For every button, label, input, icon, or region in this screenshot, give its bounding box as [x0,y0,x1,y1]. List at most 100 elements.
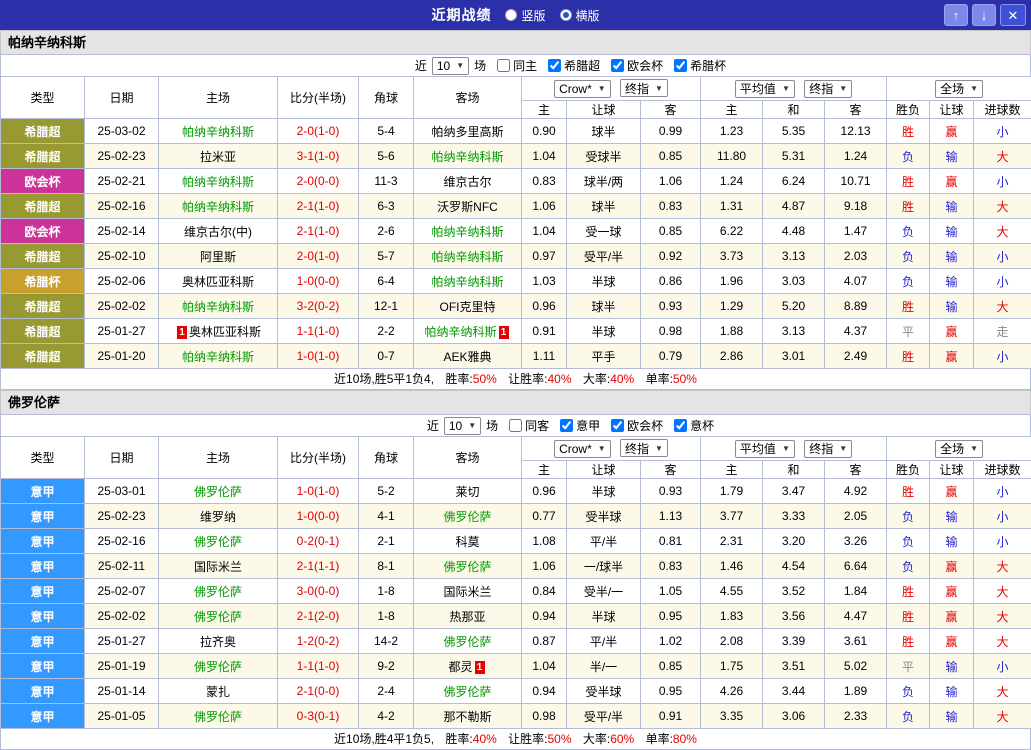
league-type-label: 意甲 [30,635,54,649]
league-filter-checkbox[interactable]: 意杯 [668,417,714,434]
away-team-name[interactable]: 都灵 [448,660,472,674]
euro-draw-odds: 4.87 [763,194,825,219]
away-team-name[interactable]: 帕纳辛纳科斯 [424,325,496,339]
scroll-down-button[interactable]: ↓ [972,4,996,26]
handicap-home-odds: 1.11 [522,344,567,369]
asian-odds-source-select[interactable]: Crow* [554,440,611,458]
away-team-name[interactable]: 佛罗伦萨 [443,560,491,574]
league-filter-checkbox[interactable]: 希腊超 [542,57,600,74]
cover-cell: 赢 [930,344,974,369]
match-count-select[interactable]: 10 [444,417,481,435]
home-team-name[interactable]: 佛罗伦萨 [194,535,242,549]
league-filter-checkbox-input[interactable] [674,59,687,72]
home-team-name[interactable]: 帕纳辛纳科斯 [182,350,254,364]
home-team-name[interactable]: 奥林匹亚科斯 [189,325,261,339]
league-type-badge: 意甲 [1,479,85,504]
radio-vertical-layout[interactable]: 竖版 [505,7,545,24]
euro-odds-kind-select[interactable]: 终指 [804,440,852,458]
league-filter-checkbox[interactable]: 欧会杯 [605,57,663,74]
home-team-name[interactable]: 帕纳辛纳科斯 [182,125,254,139]
topbar-center: 近期战绩 竖版 横版 [0,5,1031,25]
same-venue-checkbox-input[interactable] [497,59,510,72]
euro-draw-odds: 3.51 [763,654,825,679]
league-filter-checkbox[interactable]: 希腊杯 [668,57,726,74]
away-team-name[interactable]: 沃罗斯NFC [437,200,498,214]
home-team-name[interactable]: 维罗纳 [200,510,236,524]
euro-odds-source-select[interactable]: 平均值 [735,440,795,458]
asian-odds-source-select[interactable]: Crow* [554,80,611,98]
league-filter-checkbox-input[interactable] [674,419,687,432]
goals-cell: 大 [974,194,1031,219]
away-team-name[interactable]: 帕纳辛纳科斯 [431,225,503,239]
away-team-name[interactable]: 国际米兰 [443,585,491,599]
home-team-name[interactable]: 佛罗伦萨 [194,710,242,724]
home-team-name[interactable]: 奥林匹亚科斯 [182,275,254,289]
same-venue-checkbox[interactable]: 同客 [503,417,549,434]
summary-stat: 让胜率:40% [508,372,571,386]
away-team-name[interactable]: 莱切 [455,485,479,499]
corner-score: 1-8 [359,604,414,629]
euro-away-odds: 10.71 [825,169,887,194]
home-team-name[interactable]: 拉米亚 [200,150,236,164]
team-name: 帕纳辛纳科斯 [0,30,1031,54]
corner-score: 4-1 [359,504,414,529]
away-team-name[interactable]: 热那亚 [449,610,485,624]
scroll-up-button[interactable]: ↑ [944,4,968,26]
league-filter-checkbox-input[interactable] [611,59,624,72]
league-type-badge: 意甲 [1,679,85,704]
match-date: 25-02-02 [85,604,159,629]
euro-draw-odds: 5.31 [763,144,825,169]
home-team-name[interactable]: 拉齐奥 [200,635,236,649]
result-cell: 胜 [887,169,930,194]
euro-odds-kind-select[interactable]: 终指 [804,80,852,98]
home-team-name[interactable]: 佛罗伦萨 [194,660,242,674]
away-team-name[interactable]: 佛罗伦萨 [443,685,491,699]
league-type-label: 希腊超 [24,325,60,339]
match-row: 希腊超 25-02-16 帕纳辛纳科斯 2-1(1-0) 6-3 沃罗斯NFC … [1,194,1031,219]
asian-odds-kind-select[interactable]: 终指 [620,439,668,457]
league-type-badge: 希腊超 [1,144,85,169]
euro-home-odds: 1.46 [701,554,763,579]
home-team-name[interactable]: 帕纳辛纳科斯 [182,200,254,214]
match-count-select[interactable]: 10 [432,57,469,75]
league-filter-checkbox[interactable]: 意甲 [554,417,600,434]
away-team-name[interactable]: 帕纳多里高斯 [431,125,503,139]
scope-select[interactable]: 全场 [935,80,983,98]
scope-select[interactable]: 全场 [935,440,983,458]
away-team-name[interactable]: OFI克里特 [440,300,496,314]
league-type-label: 意甲 [30,660,54,674]
same-venue-checkbox[interactable]: 同主 [491,57,537,74]
close-button[interactable]: ✕ [1000,4,1026,26]
league-filter-checkbox[interactable]: 欧会杯 [605,417,663,434]
match-date: 25-01-27 [85,629,159,654]
away-team-name[interactable]: 帕纳辛纳科斯 [431,275,503,289]
away-team-name[interactable]: 维京古尔 [443,175,491,189]
away-team-name[interactable]: 佛罗伦萨 [443,510,491,524]
euro-odds-source-select[interactable]: 平均值 [735,80,795,98]
home-team-name[interactable]: 帕纳辛纳科斯 [182,175,254,189]
away-team-name[interactable]: 帕纳辛纳科斯 [431,150,503,164]
away-team-name[interactable]: 那不勒斯 [443,710,491,724]
home-team-name[interactable]: 维京古尔(中) [184,225,252,239]
home-team-name[interactable]: 蒙扎 [206,685,230,699]
away-team-name[interactable]: 佛罗伦萨 [443,635,491,649]
away-team-name[interactable]: AEK雅典 [443,350,491,364]
same-venue-checkbox-input[interactable] [509,419,522,432]
home-team-name[interactable]: 国际米兰 [194,560,242,574]
league-filter-checkbox-input[interactable] [560,419,573,432]
home-team-name[interactable]: 佛罗伦萨 [194,585,242,599]
away-team-name[interactable]: 科莫 [455,535,479,549]
asian-odds-kind-select[interactable]: 终指 [620,79,668,97]
handicap-line: 半球 [567,479,641,504]
league-filter-checkbox-input[interactable] [611,419,624,432]
home-team-name[interactable]: 佛罗伦萨 [194,485,242,499]
goals-cell: 小 [974,169,1031,194]
radio-horizontal-layout[interactable]: 横版 [560,7,600,24]
home-team-name[interactable]: 阿里斯 [200,250,236,264]
match-row: 希腊超 25-02-10 阿里斯 2-0(1-0) 5-7 帕纳辛纳科斯 0.9… [1,244,1031,269]
home-team-name[interactable]: 帕纳辛纳科斯 [182,300,254,314]
league-filter-checkbox-input[interactable] [548,59,561,72]
league-type-badge: 欧会杯 [1,169,85,194]
away-team-name[interactable]: 帕纳辛纳科斯 [431,250,503,264]
home-team-name[interactable]: 佛罗伦萨 [194,610,242,624]
